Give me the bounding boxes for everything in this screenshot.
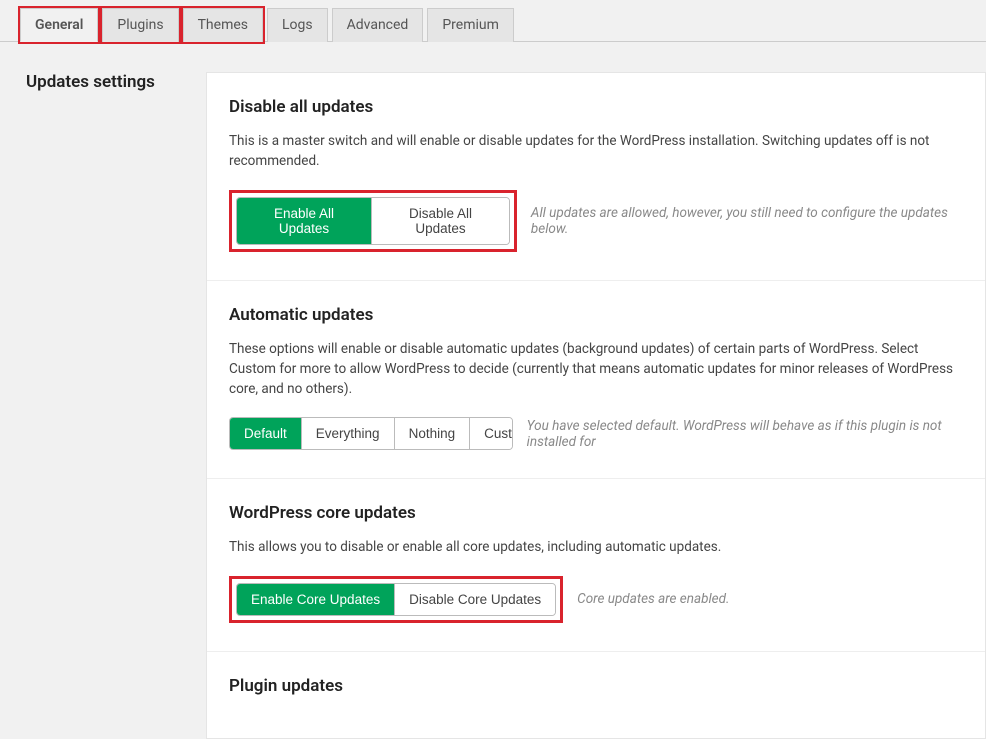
section-disable-all: Disable all updates This is a master swi… bbox=[207, 73, 985, 281]
enable-core-updates-button[interactable]: Enable Core Updates bbox=[237, 584, 395, 615]
heading-core: WordPress core updates bbox=[229, 503, 963, 523]
sidebar: Updates settings bbox=[26, 72, 206, 739]
tab-themes[interactable]: Themes bbox=[183, 8, 263, 42]
tab-advanced[interactable]: Advanced bbox=[332, 8, 424, 42]
highlight-disable-all: Enable All Updates Disable All Updates bbox=[229, 190, 517, 252]
enable-all-updates-button[interactable]: Enable All Updates bbox=[237, 198, 372, 244]
heading-automatic: Automatic updates bbox=[229, 305, 963, 325]
main-panel: Disable all updates This is a master swi… bbox=[206, 72, 986, 739]
section-plugin: Plugin updates bbox=[207, 652, 985, 738]
automatic-default-button[interactable]: Default bbox=[230, 418, 302, 449]
page-title: Updates settings bbox=[26, 72, 206, 92]
highlight-core: Enable Core Updates Disable Core Updates bbox=[229, 576, 563, 623]
automatic-custom-button[interactable]: Custom bbox=[470, 418, 513, 449]
heading-plugin: Plugin updates bbox=[229, 676, 963, 696]
tab-plugins[interactable]: Plugins bbox=[102, 8, 178, 42]
section-automatic: Automatic updates These options will ena… bbox=[207, 281, 985, 480]
tab-general[interactable]: General bbox=[20, 8, 98, 42]
heading-disable-all: Disable all updates bbox=[229, 97, 963, 117]
btn-group-automatic: Default Everything Nothing Custom bbox=[229, 417, 513, 450]
automatic-everything-button[interactable]: Everything bbox=[302, 418, 395, 449]
automatic-nothing-button[interactable]: Nothing bbox=[395, 418, 471, 449]
tab-bar: General Plugins Themes Logs Advanced Pre… bbox=[0, 0, 986, 42]
desc-disable-all: This is a master switch and will enable … bbox=[229, 131, 963, 172]
tab-logs[interactable]: Logs bbox=[267, 8, 328, 42]
section-core: WordPress core updates This allows you t… bbox=[207, 479, 985, 651]
disable-core-updates-button[interactable]: Disable Core Updates bbox=[395, 584, 555, 615]
hint-automatic: You have selected default. WordPress wil… bbox=[527, 418, 963, 450]
btn-group-core: Enable Core Updates Disable Core Updates bbox=[236, 583, 556, 616]
desc-core: This allows you to disable or enable all… bbox=[229, 537, 963, 557]
tab-premium[interactable]: Premium bbox=[427, 8, 514, 42]
btn-group-all-updates: Enable All Updates Disable All Updates bbox=[236, 197, 510, 245]
hint-disable-all: All updates are allowed, however, you st… bbox=[531, 205, 963, 237]
disable-all-updates-button[interactable]: Disable All Updates bbox=[372, 198, 509, 244]
desc-automatic: These options will enable or disable aut… bbox=[229, 339, 963, 400]
hint-core: Core updates are enabled. bbox=[577, 591, 729, 607]
